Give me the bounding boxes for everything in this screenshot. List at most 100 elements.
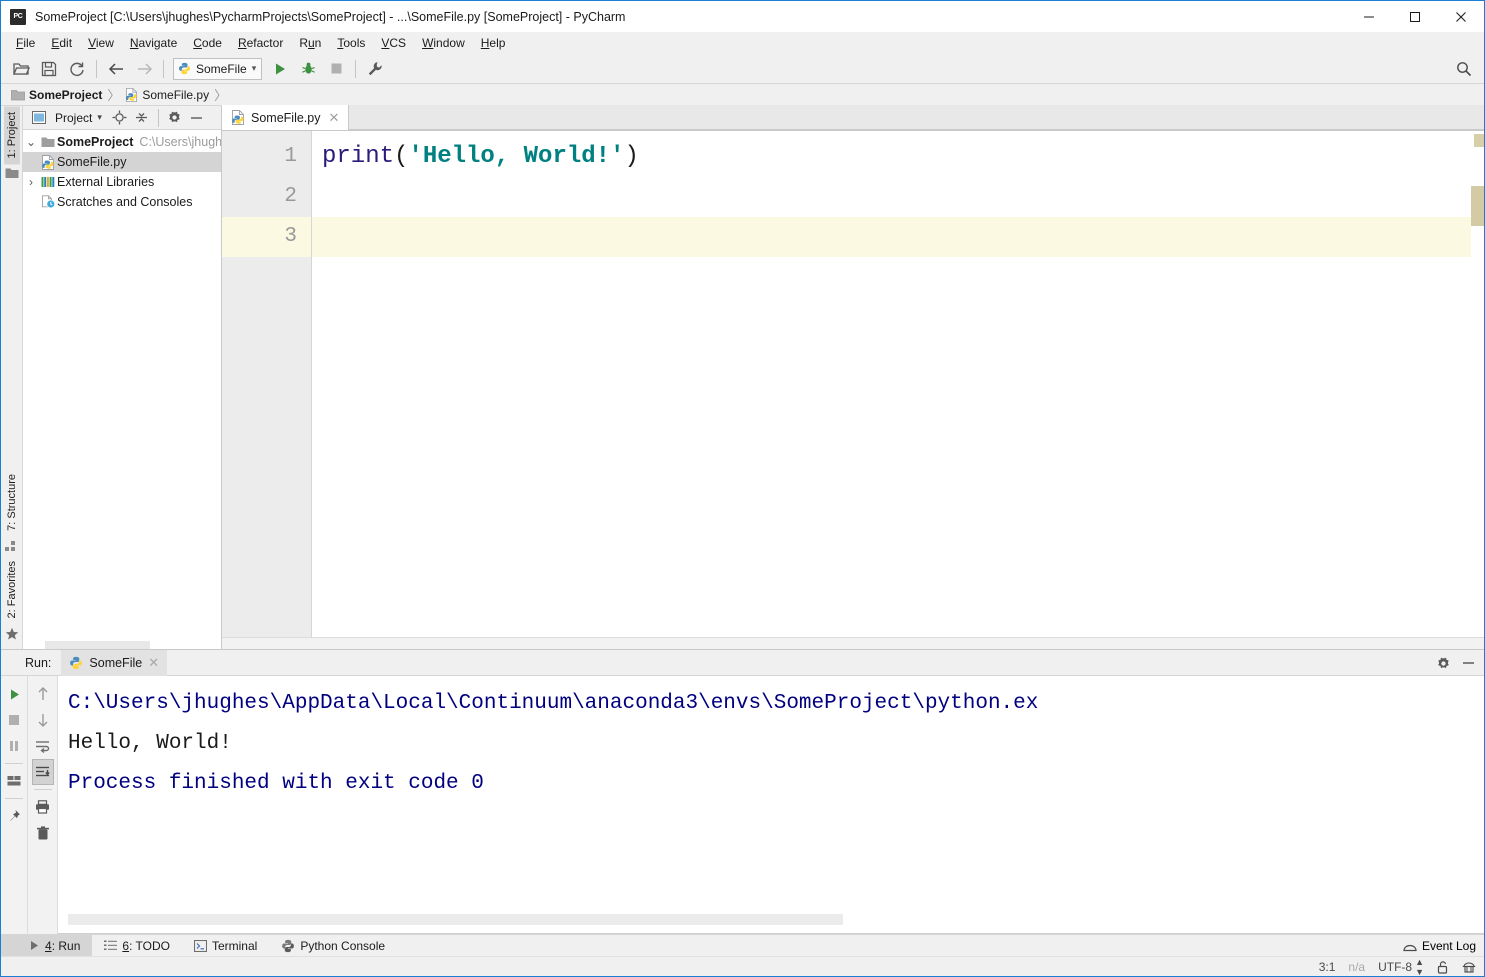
arrow-down-icon[interactable]: [32, 707, 54, 733]
stop-square-icon[interactable]: [324, 57, 348, 81]
run-panel-header: Run: SomeFile ✕: [1, 649, 1484, 676]
breadcrumb-separator: 〉: [107, 88, 121, 103]
maximize-button[interactable]: [1392, 1, 1438, 32]
print-icon[interactable]: [32, 794, 54, 820]
bottom-tool-bar: 4: Run 6: TODO Terminal Python Console E…: [1, 934, 1484, 957]
search-icon[interactable]: [1454, 59, 1474, 79]
project-stripe-icon[interactable]: [5, 167, 19, 179]
chevron-down-icon[interactable]: ⌄: [23, 135, 39, 149]
sidebar-tab-favorites[interactable]: 2: Favorites: [4, 555, 20, 624]
menu-vcs[interactable]: VCS: [373, 34, 414, 52]
run-play-icon[interactable]: [268, 57, 292, 81]
wrench-icon[interactable]: [363, 57, 387, 81]
structure-icon[interactable]: [5, 540, 18, 552]
gutter-line-1: 1: [284, 145, 297, 168]
minimize-button[interactable]: [1346, 1, 1392, 32]
toolbar-separator: [96, 59, 97, 78]
hide-panel-icon[interactable]: [187, 108, 207, 128]
scrollbar-thumb[interactable]: [45, 641, 150, 649]
soft-wrap-icon[interactable]: [32, 733, 54, 759]
hector-inspector-icon[interactable]: [1462, 960, 1476, 974]
run-panel-console-toolbar: [28, 676, 58, 934]
menu-refactor[interactable]: Refactor: [230, 34, 291, 52]
run-console-output[interactable]: C:\Users\jhughes\AppData\Local\Continuum…: [58, 676, 1484, 934]
tree-row-someproject[interactable]: ⌄ SomeProject C:\Users\jhugh: [23, 132, 221, 152]
tree-row-somefile[interactable]: SomeFile.py: [23, 152, 221, 172]
sidebar-tab-structure[interactable]: 7: Structure: [4, 468, 20, 537]
encoding-selector[interactable]: UTF-8 ▲ ▼: [1378, 957, 1424, 977]
status-bar: 3:1 n/a UTF-8 ▲ ▼: [1, 956, 1484, 977]
arrow-up-icon[interactable]: [32, 681, 54, 707]
menu-code[interactable]: Code: [185, 34, 230, 52]
pin-icon[interactable]: [3, 803, 25, 829]
bottom-tab-todo[interactable]: 6: TODO: [92, 935, 182, 957]
trash-icon[interactable]: [32, 820, 54, 846]
collapse-all-icon[interactable]: [132, 108, 152, 128]
code-editor[interactable]: print('Hello, World!'): [312, 131, 1471, 637]
breadcrumb-item-project[interactable]: SomeProject: [11, 88, 102, 102]
menu-window[interactable]: Window: [414, 34, 473, 52]
tree-row-external-libraries[interactable]: › External Libraries: [23, 172, 221, 192]
menu-help[interactable]: Help: [473, 34, 514, 52]
tree-row-scratches[interactable]: Scratches and Consoles: [23, 192, 221, 212]
code-token-open-paren: (: [394, 143, 409, 170]
bottom-tab-run[interactable]: 4: Run: [1, 934, 93, 957]
layout-icon[interactable]: [3, 768, 25, 794]
editor-tab-somefile[interactable]: SomeFile.py ✕: [222, 105, 350, 130]
menu-file[interactable]: File: [8, 34, 43, 52]
left-tool-stripe: 1: Project 7: Structure 2: Favorites: [1, 106, 23, 649]
project-tree[interactable]: ⌄ SomeProject C:\Users\jhugh SomeFile.py…: [23, 130, 221, 639]
editor-vertical-scrollbar[interactable]: [1471, 131, 1484, 637]
editor-gutter[interactable]: 1 2 3: [222, 131, 312, 637]
open-folder-icon[interactable]: [9, 57, 33, 81]
scrollbar-thumb[interactable]: [1471, 186, 1484, 226]
unlocked-padlock-icon[interactable]: [1437, 960, 1449, 974]
arrow-right-icon[interactable]: [132, 57, 156, 81]
caret-position[interactable]: 3:1: [1319, 960, 1336, 974]
breadcrumb: SomeProject 〉 SomeFile.py 〉: [1, 84, 1484, 106]
project-tree-horizontal-scrollbar[interactable]: [23, 639, 221, 649]
event-log-button[interactable]: Event Log: [1403, 935, 1476, 957]
debug-bug-icon[interactable]: [296, 57, 320, 81]
sidebar-tab-project[interactable]: 1: Project: [3, 106, 20, 165]
libraries-icon: [39, 176, 57, 189]
close-button[interactable]: [1438, 1, 1484, 32]
run-configuration-selector[interactable]: SomeFile ▾: [173, 57, 263, 80]
menu-navigate[interactable]: Navigate: [122, 34, 185, 52]
editor-horizontal-scrollbar[interactable]: [222, 637, 1484, 649]
python-console-icon: [281, 939, 295, 953]
refresh-icon[interactable]: [65, 57, 89, 81]
bottom-tab-terminal[interactable]: Terminal: [182, 935, 269, 957]
scrollbar-marker-top[interactable]: [1474, 134, 1484, 147]
arrow-left-icon[interactable]: [104, 57, 128, 81]
project-view-icon: [29, 108, 49, 128]
locate-target-icon[interactable]: [110, 108, 130, 128]
settings-gear-icon[interactable]: [1436, 656, 1451, 671]
save-icon[interactable]: [37, 57, 61, 81]
editor-area: SomeFile.py ✕ 1 2 3 print('Hello, World!…: [222, 105, 1484, 649]
settings-gear-icon[interactable]: [165, 108, 185, 128]
breadcrumb-item-file[interactable]: SomeFile.py: [125, 88, 209, 102]
star-icon[interactable]: [5, 627, 19, 641]
console-horizontal-scrollbar[interactable]: [68, 914, 843, 925]
menu-edit[interactable]: Edit: [43, 34, 80, 52]
run-tab-somefile[interactable]: SomeFile ✕: [61, 649, 168, 676]
menu-tools[interactable]: Tools: [329, 34, 373, 52]
editor-tab-label: SomeFile.py: [251, 110, 321, 125]
hide-panel-icon[interactable]: [1461, 657, 1476, 669]
menu-run[interactable]: Run: [291, 34, 329, 52]
bottom-tab-python-console[interactable]: Python Console: [269, 935, 397, 957]
title-bar: PC SomeProject [C:\Users\jhughes\Pycharm…: [1, 1, 1484, 32]
close-icon[interactable]: ✕: [148, 655, 159, 671]
menu-view[interactable]: View: [80, 34, 122, 52]
rerun-play-icon[interactable]: [3, 681, 25, 707]
close-icon[interactable]: ✕: [326, 110, 341, 126]
stop-icon[interactable]: [3, 707, 25, 733]
line-separator[interactable]: n/a: [1348, 960, 1365, 974]
chevron-right-icon[interactable]: ›: [23, 175, 39, 189]
scroll-to-end-icon[interactable]: [31, 759, 54, 785]
gutter-line-2: 2: [284, 185, 297, 208]
pause-icon[interactable]: [3, 733, 25, 759]
chevron-down-icon[interactable]: ▾: [97, 112, 102, 123]
